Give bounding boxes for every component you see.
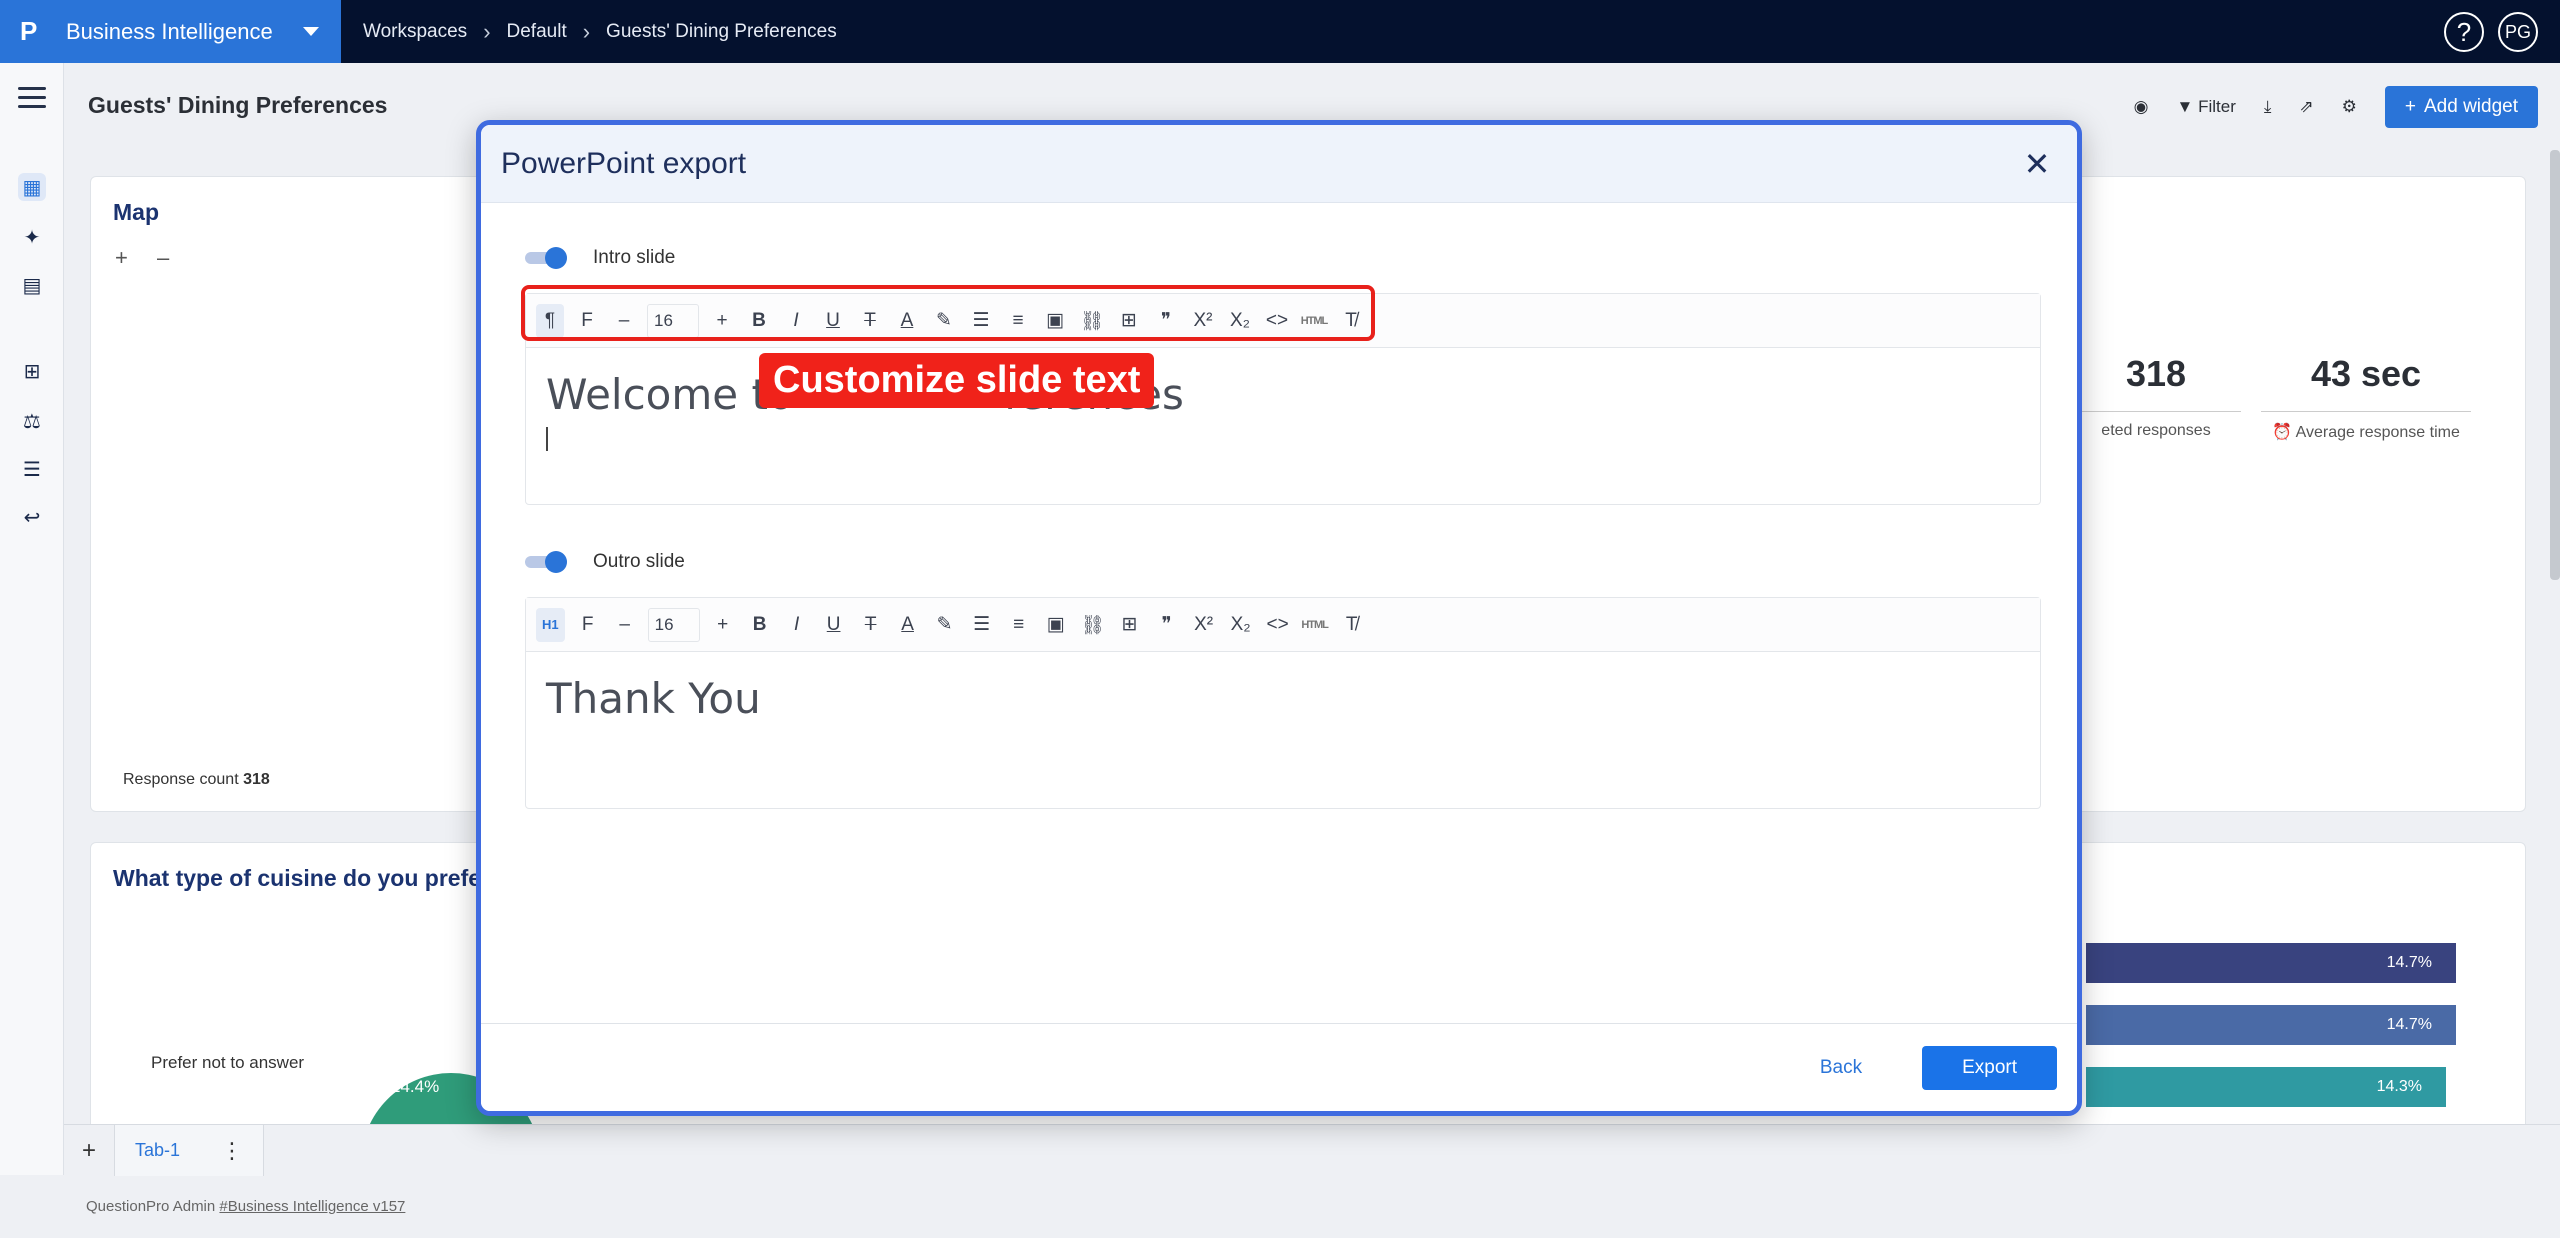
left-rail: ▦ ✦ ▤ ⊞ ⚖ ☰ ↩ — [0, 63, 64, 1175]
bullet-list-icon[interactable]: ☰ — [968, 608, 996, 642]
page-scrollbar[interactable] — [2550, 150, 2560, 580]
stat-label: eted responses — [2071, 411, 2241, 440]
stat-value: 43 sec — [2310, 353, 2422, 394]
app-switcher[interactable]: P Business Intelligence — [0, 0, 341, 63]
decrease-size-icon[interactable]: – — [611, 608, 639, 642]
zoom-out-button[interactable]: – — [157, 245, 169, 271]
help-button[interactable]: ? — [2444, 12, 2484, 52]
chevron-right-icon: › — [483, 18, 491, 44]
share-icon[interactable]: ⇗ — [2299, 97, 2313, 117]
heading-block-select[interactable]: H1 — [536, 607, 565, 642]
add-tab-button[interactable]: + — [64, 1137, 114, 1165]
zoom-in-button[interactable]: + — [115, 245, 128, 271]
outro-toolbar: H1 F – 16 + B I U T A ✎ ☰ ≡ ▣ ⛓ ⊞ ❞ X² X… — [526, 598, 2040, 652]
powerpoint-export-modal: PowerPoint export ✕ Intro slide ¶ F – 16… — [476, 120, 2082, 1116]
breadcrumb-default[interactable]: Default — [507, 21, 567, 43]
clear-format-icon[interactable]: T̸ — [1338, 608, 1366, 642]
download-icon[interactable]: ⤓ — [2264, 97, 2272, 117]
subscript-icon[interactable]: X₂ — [1227, 608, 1255, 642]
donut-pct: 24.4% — [391, 1077, 440, 1096]
table-icon[interactable]: ⊞ — [1116, 608, 1144, 642]
breadcrumb-dashboard[interactable]: Guests' Dining Preferences — [606, 21, 837, 43]
outro-text: Thank You — [546, 674, 761, 723]
list-icon[interactable]: ☰ — [18, 455, 46, 483]
outro-toggle[interactable] — [525, 551, 567, 573]
modal-footer: Back Export — [481, 1023, 2077, 1111]
footer-version-link[interactable]: #Business Intelligence v157 — [219, 1198, 405, 1215]
superscript-icon[interactable]: X² — [1190, 608, 1218, 642]
close-icon[interactable]: ✕ — [2019, 145, 2055, 183]
cuisine-bar: 14.3% — [2086, 1067, 2446, 1107]
tab-bar: + Tab-1 ⋮ — [64, 1124, 2560, 1177]
report-icon[interactable]: ▤ — [18, 271, 46, 299]
outro-section: Outro slide H1 F – 16 + B I U T A ✎ ☰ ≡ … — [525, 547, 2041, 809]
text-cursor — [546, 427, 548, 451]
increase-size-icon[interactable]: + — [709, 608, 737, 642]
add-widget-label: Add widget — [2423, 96, 2518, 117]
stat-label: ⏰ Average response time — [2261, 411, 2471, 442]
app-title: Business Intelligence — [66, 18, 273, 44]
font-family-icon[interactable]: F — [574, 608, 602, 642]
more-vertical-icon[interactable]: ⋮ — [221, 1138, 243, 1164]
strikethrough-icon[interactable]: T — [857, 608, 885, 642]
intro-section: Intro slide ¶ F – 16 + B I U T A ✎ ☰ ≡ ▣… — [525, 243, 2041, 505]
image-icon[interactable]: ▣ — [1042, 608, 1070, 642]
intro-label: Intro slide — [593, 247, 676, 268]
outro-label: Outro slide — [593, 551, 685, 572]
callout-label: Customize slide text — [759, 353, 1155, 408]
underline-icon[interactable]: U — [820, 608, 848, 642]
intro-text-area[interactable]: Welcome toferences — [526, 348, 2040, 504]
dashboard-icon[interactable]: ▦ — [18, 173, 46, 201]
add-widget-button[interactable]: + Add widget — [2384, 86, 2538, 128]
footer-text: QuestionPro Admin — [86, 1198, 216, 1215]
stat-value: 318 — [2125, 353, 2187, 394]
filter-label: Filter — [2198, 97, 2236, 116]
sparkle-icon[interactable]: ✦ — [18, 223, 46, 251]
menu-icon[interactable] — [18, 87, 46, 114]
top-bar: P Business Intelligence Workspaces › Def… — [0, 0, 2560, 63]
tab-1[interactable]: Tab-1 ⋮ — [114, 1124, 264, 1177]
outro-text-area[interactable]: Thank You — [526, 652, 2040, 808]
breadcrumb-workspaces[interactable]: Workspaces — [363, 21, 467, 43]
stat-avg-time: 43 sec ⏰ Average response time — [2261, 353, 2471, 442]
cuisine-title: What type of cuisine do you prefe — [113, 865, 482, 891]
response-count: Response count 318 — [123, 771, 270, 788]
font-size-input[interactable]: 16 — [647, 607, 700, 642]
modal-title: PowerPoint export — [501, 146, 747, 180]
breadcrumb: Workspaces › Default › Guests' Dining Pr… — [363, 19, 837, 45]
cuisine-bar: 14.7% — [2086, 943, 2456, 983]
map-title: Map — [113, 199, 159, 225]
donut-label: Prefer not to answer — [151, 1053, 305, 1072]
toolbar-highlight — [521, 285, 1375, 341]
code-icon[interactable]: <> — [1264, 608, 1292, 642]
eye-icon[interactable]: ◉ — [2134, 97, 2149, 117]
stat-completed: 318 eted responses — [2071, 353, 2241, 440]
link-icon[interactable]: ⛓ — [1079, 608, 1107, 642]
reply-icon[interactable]: ↩ — [18, 503, 46, 531]
text-color-icon[interactable]: A — [894, 608, 922, 642]
italic-icon[interactable]: I — [783, 608, 811, 642]
filter-button[interactable]: ▼ Filter — [2177, 97, 2236, 117]
intro-toggle[interactable] — [525, 247, 567, 269]
footer: QuestionPro Admin #Business Intelligence… — [0, 1176, 2560, 1238]
cuisine-bar: 14.7% — [2086, 1005, 2456, 1045]
user-avatar[interactable]: PG — [2498, 12, 2538, 52]
widgets-icon[interactable]: ⊞ — [18, 357, 46, 385]
back-button[interactable]: Back — [1820, 1057, 1862, 1079]
gear-icon[interactable]: ⚙ — [2342, 97, 2357, 117]
tab-label: Tab-1 — [135, 1140, 181, 1160]
app-logo: P — [20, 16, 38, 46]
outro-editor: H1 F – 16 + B I U T A ✎ ☰ ≡ ▣ ⛓ ⊞ ❞ X² X… — [525, 597, 2041, 809]
quote-icon[interactable]: ❞ — [1153, 608, 1181, 642]
balance-icon[interactable]: ⚖ — [18, 407, 46, 435]
html-icon[interactable]: HTML — [1301, 608, 1329, 642]
chevron-right-icon: › — [582, 18, 591, 44]
page-title: Guests' Dining Preferences — [88, 92, 388, 118]
export-button[interactable]: Export — [1922, 1045, 2057, 1090]
align-icon[interactable]: ≡ — [1005, 608, 1033, 642]
chevron-down-icon — [303, 27, 319, 36]
highlight-icon[interactable]: ✎ — [931, 608, 959, 642]
bold-icon[interactable]: B — [746, 608, 774, 642]
